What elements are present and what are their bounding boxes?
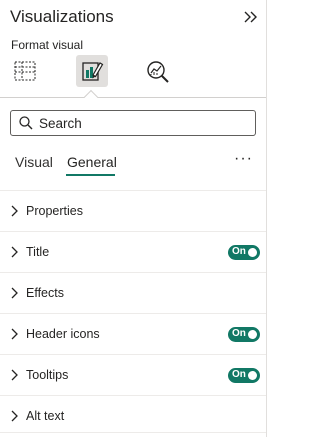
header-icons-toggle[interactable]: On bbox=[228, 327, 260, 342]
section-properties[interactable]: Properties bbox=[0, 192, 267, 232]
title-toggle[interactable]: On bbox=[228, 245, 260, 260]
chevron-right-icon bbox=[11, 369, 18, 381]
active-pointer bbox=[83, 89, 99, 105]
section-divider bbox=[0, 432, 267, 433]
format-visual-icon[interactable] bbox=[76, 55, 108, 87]
section-effects[interactable]: Effects bbox=[0, 274, 267, 314]
section-divider bbox=[0, 313, 267, 314]
section-header-icons[interactable]: Header icons On bbox=[0, 315, 267, 355]
search-input[interactable] bbox=[39, 113, 239, 133]
chevron-right-icon bbox=[11, 287, 18, 299]
section-label: Header icons bbox=[26, 327, 100, 341]
section-divider bbox=[0, 231, 267, 232]
toggle-label: On bbox=[232, 246, 246, 257]
tab-visual[interactable]: Visual bbox=[15, 154, 53, 170]
visualizations-pane: Visualizations Format visual Search Visu… bbox=[0, 0, 267, 437]
double-chevron-right-icon[interactable] bbox=[242, 8, 260, 26]
format-tabs-divider bbox=[0, 97, 267, 98]
section-title[interactable]: Title On bbox=[0, 233, 267, 273]
build-visual-icon[interactable] bbox=[9, 55, 41, 87]
analytics-icon[interactable] bbox=[141, 55, 173, 87]
toggle-knob bbox=[248, 330, 257, 339]
section-divider bbox=[0, 190, 267, 191]
section-label: Alt text bbox=[26, 409, 65, 423]
tooltips-toggle[interactable]: On bbox=[228, 368, 260, 383]
section-alt-text[interactable]: Alt text bbox=[0, 397, 267, 437]
chevron-right-icon bbox=[11, 328, 18, 340]
pane-border bbox=[266, 0, 267, 437]
section-label: Effects bbox=[26, 286, 64, 300]
chevron-right-icon bbox=[11, 410, 18, 422]
pane-title: Visualizations bbox=[10, 7, 114, 26]
section-divider bbox=[0, 354, 267, 355]
search-icon bbox=[19, 116, 33, 130]
section-tooltips[interactable]: Tooltips On bbox=[0, 356, 267, 396]
tab-general[interactable]: General bbox=[67, 154, 117, 170]
toggle-knob bbox=[248, 371, 257, 380]
section-label: Properties bbox=[26, 204, 83, 218]
toggle-label: On bbox=[232, 369, 246, 380]
section-divider bbox=[0, 272, 267, 273]
more-options-button[interactable]: ··· bbox=[234, 150, 253, 168]
search-box[interactable] bbox=[10, 110, 256, 136]
toggle-knob bbox=[248, 248, 257, 257]
format-visual-subtitle: Format visual bbox=[11, 38, 84, 52]
toggle-label: On bbox=[232, 328, 246, 339]
chevron-right-icon bbox=[11, 205, 18, 217]
section-label: Title bbox=[26, 245, 50, 259]
section-divider bbox=[0, 395, 267, 396]
chevron-right-icon bbox=[11, 246, 18, 258]
tab-selected-indicator bbox=[66, 174, 115, 176]
section-label: Tooltips bbox=[26, 368, 69, 382]
